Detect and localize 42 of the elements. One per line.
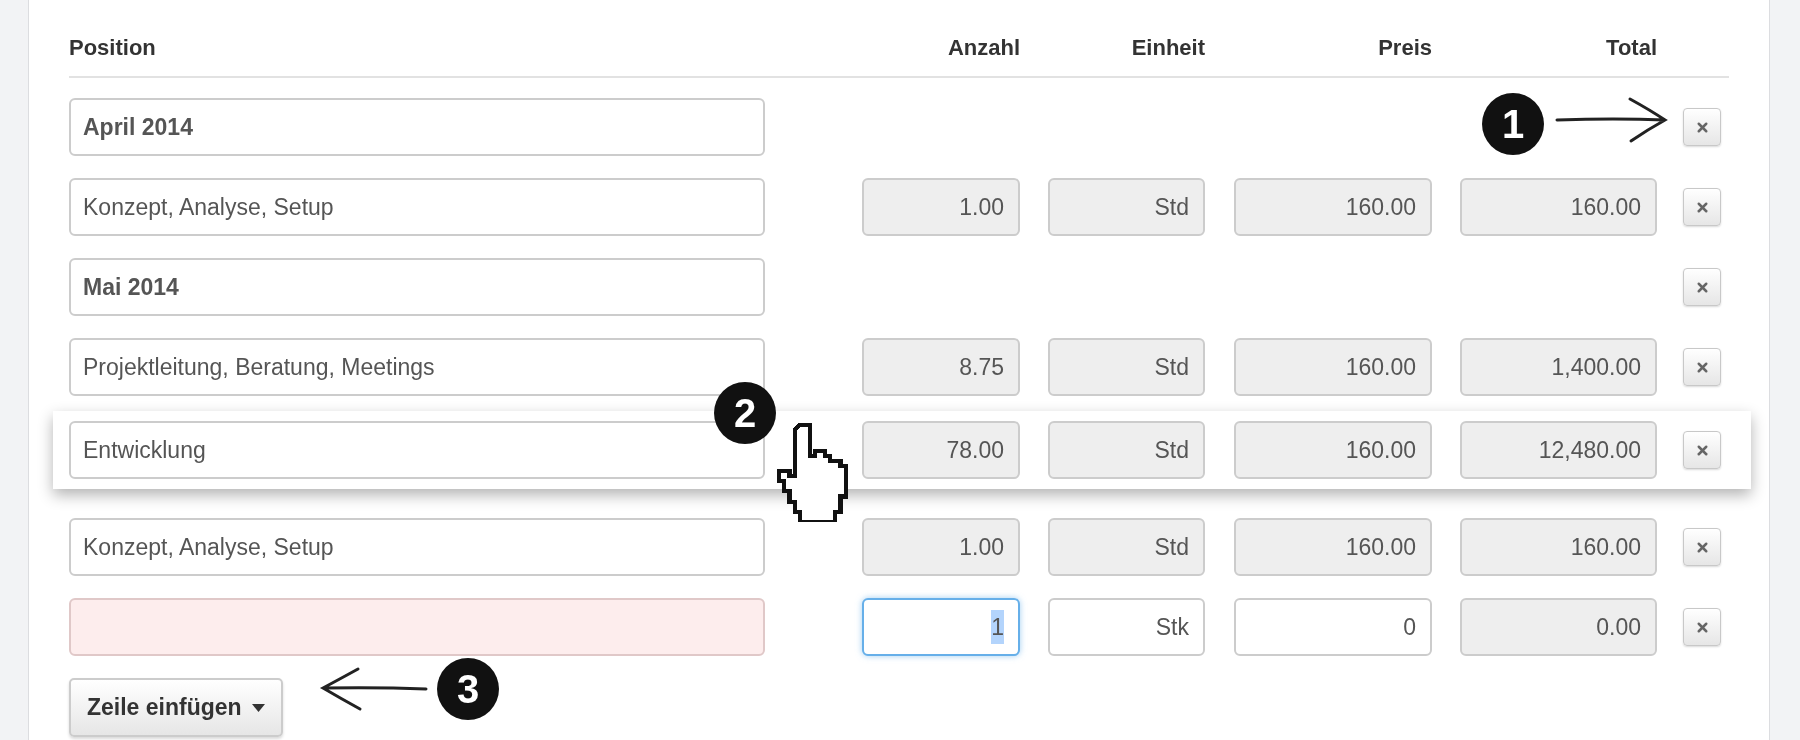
number-field[interactable]: 160.00 bbox=[1460, 178, 1657, 236]
delete-button[interactable] bbox=[1683, 528, 1721, 566]
number-field[interactable]: 78.00 bbox=[862, 421, 1020, 479]
number-field[interactable]: Std bbox=[1048, 421, 1205, 479]
column-header: Anzahl bbox=[946, 33, 1020, 62]
delete-button[interactable] bbox=[1683, 268, 1721, 306]
number-field[interactable]: 160.00 bbox=[1234, 178, 1432, 236]
position-field[interactable]: Projektleitung, Beratung, Meetings bbox=[69, 338, 765, 396]
focused-number-field[interactable]: 1 bbox=[862, 598, 1020, 656]
number-field[interactable]: 160.00 bbox=[1234, 421, 1432, 479]
column-header: Preis bbox=[1377, 33, 1432, 62]
number-field[interactable]: Std bbox=[1048, 518, 1205, 576]
number-field[interactable]: 160.00 bbox=[1234, 338, 1432, 396]
position-field[interactable]: Konzept, Analyse, Setup bbox=[69, 178, 765, 236]
delete-button[interactable] bbox=[1683, 608, 1721, 646]
invalid-position-field[interactable] bbox=[69, 598, 765, 656]
number-field[interactable]: Std bbox=[1048, 338, 1205, 396]
arrow-icon bbox=[318, 666, 428, 712]
number-field[interactable]: 12,480.00 bbox=[1460, 421, 1657, 479]
number-field[interactable]: 160.00 bbox=[1234, 518, 1432, 576]
caret-icon bbox=[251, 703, 265, 712]
position-field[interactable]: Mai 2014 bbox=[69, 258, 765, 316]
number-field[interactable]: 1,400.00 bbox=[1460, 338, 1657, 396]
number-field[interactable]: 1.00 bbox=[862, 178, 1020, 236]
delete-button[interactable] bbox=[1683, 431, 1721, 469]
number-field[interactable]: 1.00 bbox=[862, 518, 1020, 576]
number-field[interactable]: 8.75 bbox=[862, 338, 1020, 396]
position-field[interactable]: Konzept, Analyse, Setup bbox=[69, 518, 765, 576]
number-field[interactable]: Std bbox=[1048, 178, 1205, 236]
column-header: Einheit bbox=[1130, 33, 1205, 62]
column-header: Total bbox=[1605, 33, 1657, 62]
insert-row-button[interactable]: Zeile einfügen bbox=[69, 678, 283, 737]
column-header: Position bbox=[69, 33, 157, 62]
position-field[interactable]: April 2014 bbox=[69, 98, 765, 156]
delete-button[interactable] bbox=[1683, 348, 1721, 386]
number-field[interactable]: 0.00 bbox=[1460, 598, 1657, 656]
delete-button[interactable] bbox=[1683, 108, 1721, 146]
delete-button[interactable] bbox=[1683, 188, 1721, 226]
number-field[interactable]: Stk bbox=[1048, 598, 1205, 656]
number-field[interactable]: 160.00 bbox=[1460, 518, 1657, 576]
arrow-icon bbox=[1555, 96, 1670, 144]
number-field[interactable]: 0 bbox=[1234, 598, 1432, 656]
